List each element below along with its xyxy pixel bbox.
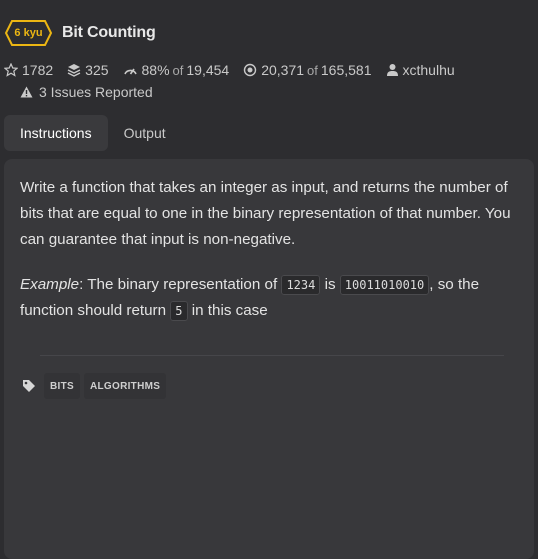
- code-input: 1234: [281, 275, 321, 295]
- example-text: in this case: [187, 302, 268, 319]
- tag-list: BITS ALGORITHMS: [22, 373, 170, 399]
- code-output: 5: [170, 301, 188, 321]
- rank-badge: 6 kyu: [4, 19, 53, 47]
- collections-stat[interactable]: 325: [67, 62, 109, 78]
- satisfaction-votes: 19,454: [186, 62, 230, 78]
- example-paragraph: Example: The binary representation of 12…: [20, 272, 520, 324]
- stars-stat[interactable]: 1782: [4, 62, 53, 78]
- stars-count: 1782: [22, 62, 54, 78]
- user-icon: [386, 64, 398, 76]
- kata-description: Write a function that takes an integer a…: [20, 175, 520, 343]
- satisfaction-rate: 88%: [141, 62, 170, 78]
- tag-algorithms[interactable]: ALGORITHMS: [83, 373, 167, 399]
- author-name: xcthulhu: [402, 62, 455, 78]
- divider: [40, 355, 504, 356]
- satisfaction-of: of: [172, 62, 184, 78]
- completed-stat: 20,371 of 165,581: [243, 62, 372, 78]
- warning-icon: [20, 86, 33, 98]
- tab-bar: Instructions Output: [4, 115, 182, 151]
- issues-label: 3 Issues Reported: [39, 84, 153, 100]
- example-label: Example: [20, 276, 80, 293]
- kata-title: Bit Counting: [62, 24, 156, 41]
- completed-of: of: [307, 62, 318, 78]
- example-text: is: [320, 276, 340, 293]
- tab-instructions[interactable]: Instructions: [4, 115, 108, 151]
- author-stat[interactable]: xcthulhu: [386, 62, 455, 78]
- example-text: : The binary representation of: [79, 276, 282, 293]
- kata-header: 6 kyu Bit Counting: [4, 18, 156, 48]
- instructions-panel: Write a function that takes an integer a…: [4, 159, 534, 559]
- star-icon: [4, 63, 18, 77]
- satisfaction-icon: [123, 68, 137, 75]
- attempts-count: 165,581: [320, 62, 372, 78]
- satisfaction-stat: 88% of 19,454: [123, 62, 230, 78]
- tag-icon: [23, 380, 35, 392]
- collection-icon: [67, 64, 81, 77]
- code-binary: 10011010010: [339, 275, 430, 295]
- completed-count: 20,371: [261, 62, 305, 78]
- issues-link[interactable]: 3 Issues Reported: [20, 84, 153, 100]
- collections-count: 325: [85, 62, 109, 78]
- completed-icon: [244, 63, 257, 77]
- tag-bits[interactable]: BITS: [44, 373, 80, 399]
- rank-label: 6 kyu: [14, 27, 43, 39]
- description-paragraph: Write a function that takes an integer a…: [20, 179, 511, 248]
- kata-stats: 1782 325 88% of 19,454 20,371 of 165,581: [4, 62, 469, 78]
- tab-output[interactable]: Output: [108, 115, 182, 151]
